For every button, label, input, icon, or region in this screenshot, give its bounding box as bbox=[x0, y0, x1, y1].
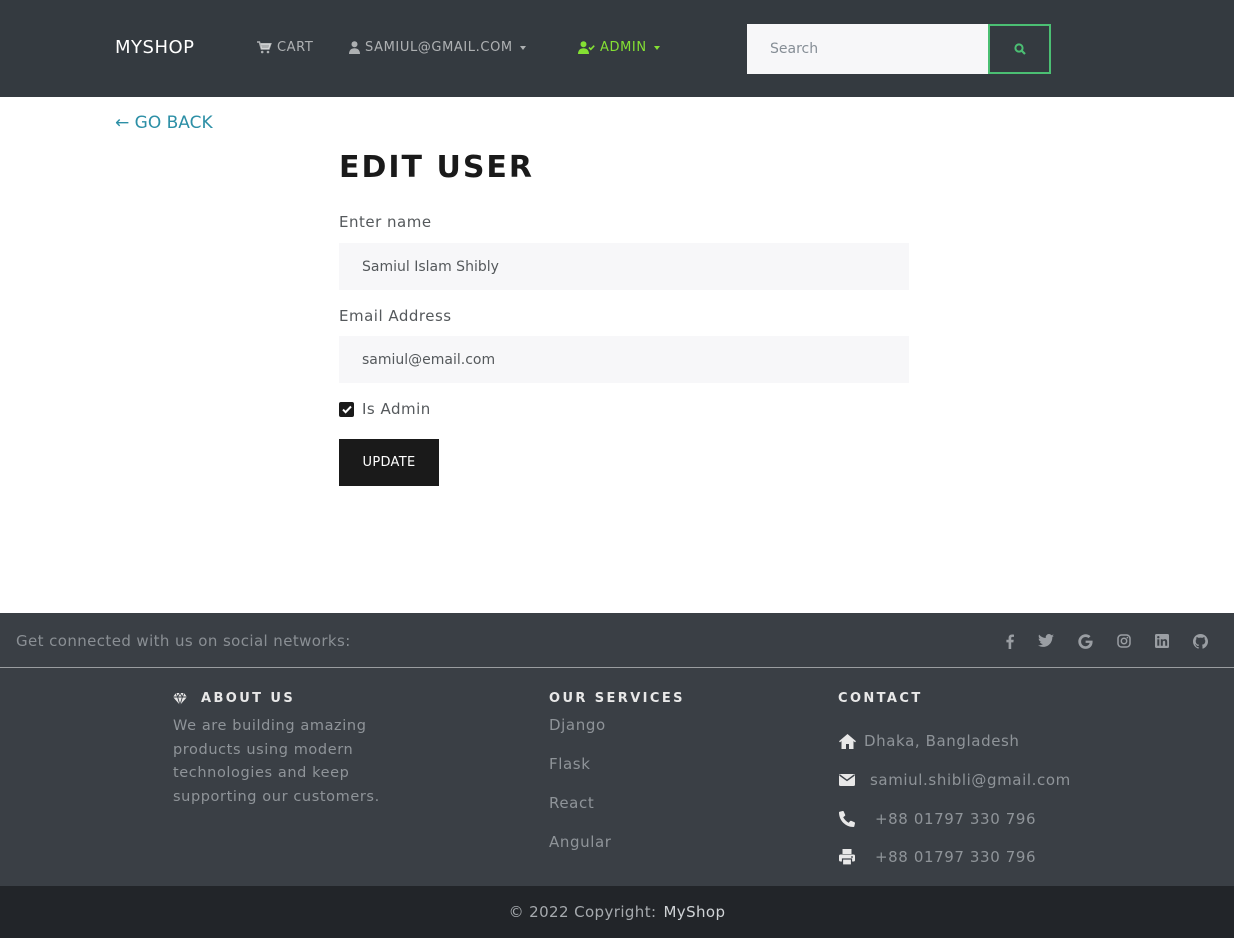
nav-user-dropdown[interactable]: SAMIUL@GMAIL.COM bbox=[349, 40, 526, 55]
user-label: SAMIUL@GMAIL.COM bbox=[365, 40, 513, 55]
home-icon bbox=[838, 732, 856, 750]
footer-main: ABOUT US We are building amazing product… bbox=[0, 668, 1234, 886]
brand-logo[interactable]: MYSHOP bbox=[115, 37, 195, 58]
instagram-icon[interactable] bbox=[1114, 631, 1134, 651]
social-text: Get connected with us on social networks… bbox=[16, 632, 351, 650]
copyright-brand-link[interactable]: MyShop bbox=[663, 903, 725, 921]
print-icon bbox=[838, 848, 856, 866]
name-label: Enter name bbox=[339, 213, 432, 231]
twitter-icon[interactable] bbox=[1036, 631, 1056, 651]
fax-text: +88 01797 330 796 bbox=[875, 848, 1037, 866]
email-text: samiul.shibli@gmail.com bbox=[870, 771, 1071, 789]
navbar: MYSHOP CART SAMIUL@GMAIL.COM ADMIN bbox=[0, 0, 1234, 97]
service-link-django[interactable]: Django bbox=[549, 716, 606, 734]
go-back-link[interactable]: ← GO BACK bbox=[115, 113, 213, 133]
about-heading: ABOUT US bbox=[173, 691, 295, 706]
about-heading-label: ABOUT US bbox=[201, 691, 296, 706]
address-text: Dhaka, Bangladesh bbox=[864, 732, 1020, 750]
contact-fax: +88 01797 330 796 bbox=[838, 848, 1036, 866]
search-input[interactable] bbox=[747, 24, 988, 74]
is-admin-row: Is Admin bbox=[339, 400, 431, 418]
name-field[interactable] bbox=[339, 243, 909, 290]
services-heading: OUR SERVICES bbox=[549, 691, 685, 706]
chevron-down-icon bbox=[653, 45, 660, 50]
facebook-icon[interactable] bbox=[1000, 631, 1020, 651]
user-check-icon bbox=[578, 41, 595, 54]
email-label: Email Address bbox=[339, 307, 452, 325]
github-icon[interactable] bbox=[1190, 631, 1210, 651]
is-admin-label: Is Admin bbox=[362, 400, 431, 418]
nav-admin-dropdown[interactable]: ADMIN bbox=[578, 40, 660, 55]
is-admin-checkbox[interactable] bbox=[339, 401, 354, 417]
chevron-down-icon bbox=[519, 45, 526, 50]
cart-label: CART bbox=[277, 40, 314, 55]
admin-label: ADMIN bbox=[600, 40, 647, 55]
cart-icon bbox=[257, 41, 272, 54]
search-icon bbox=[1013, 43, 1026, 55]
nav-cart-link[interactable]: CART bbox=[257, 40, 313, 55]
page-title: EDIT USER bbox=[339, 150, 535, 185]
copyright-bar: © 2022 Copyright: MyShop bbox=[0, 886, 1234, 938]
check-icon bbox=[341, 405, 352, 414]
email-field[interactable] bbox=[339, 336, 909, 383]
copyright-text: © 2022 Copyright: bbox=[508, 903, 657, 921]
gem-icon bbox=[173, 692, 187, 705]
phone-icon bbox=[838, 810, 856, 828]
contact-address: Dhaka, Bangladesh bbox=[838, 732, 1020, 750]
service-link-angular[interactable]: Angular bbox=[549, 833, 612, 851]
update-button[interactable]: UPDATE bbox=[339, 439, 439, 486]
search-button[interactable] bbox=[988, 24, 1051, 74]
service-link-react[interactable]: React bbox=[549, 794, 594, 812]
social-bar: Get connected with us on social networks… bbox=[0, 613, 1234, 668]
contact-heading: CONTACT bbox=[838, 691, 923, 706]
user-icon bbox=[349, 41, 360, 54]
about-text: We are building amazing products using m… bbox=[173, 718, 380, 805]
linkedin-icon[interactable] bbox=[1152, 631, 1172, 651]
contact-email: samiul.shibli@gmail.com bbox=[838, 771, 1071, 789]
google-icon[interactable] bbox=[1075, 631, 1095, 651]
contact-phone: +88 01797 330 796 bbox=[838, 810, 1036, 828]
envelope-icon bbox=[838, 771, 856, 789]
service-link-flask[interactable]: Flask bbox=[549, 755, 591, 773]
phone-text: +88 01797 330 796 bbox=[875, 810, 1037, 828]
